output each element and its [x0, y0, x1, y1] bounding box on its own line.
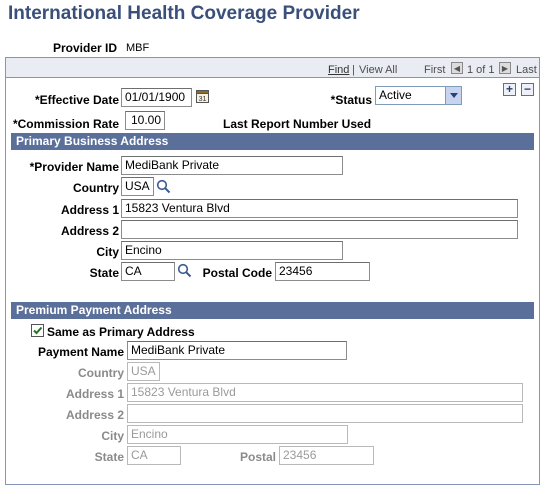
address2-input[interactable]: [121, 220, 518, 239]
last-report-label: Last Report Number Used: [223, 117, 372, 131]
address1-label: Address 1: [60, 203, 119, 217]
find-link[interactable]: Find: [328, 64, 349, 76]
payment-name-label: Payment Name: [37, 345, 124, 359]
premium-address1-input: 15823 Ventura Blvd: [127, 383, 523, 402]
page-title: International Health Coverage Provider: [8, 3, 360, 24]
premium-state-input: CA: [127, 446, 181, 465]
status-label: *Status: [330, 93, 372, 107]
first-arrow-icon[interactable]: ◀: [451, 62, 463, 74]
commission-rate-input[interactable]: 10.00: [125, 111, 165, 130]
payment-name-input[interactable]: MediBank Private: [127, 341, 347, 360]
view-all-link[interactable]: View All: [359, 64, 397, 76]
nav-separator: |: [352, 64, 355, 76]
row-counter: 1 of 1: [467, 64, 495, 76]
commission-rate-label: *Commission Rate: [12, 117, 119, 131]
calendar-icon[interactable]: 31: [196, 89, 209, 103]
premium-address2-input: [127, 404, 523, 423]
country-label: Country: [73, 181, 119, 195]
premium-postal-input: 23456: [279, 446, 374, 465]
provider-id-value: MBF: [126, 42, 150, 54]
premium-country-input: USA: [127, 362, 160, 381]
state-input[interactable]: CA: [121, 262, 175, 281]
country-input[interactable]: USA: [121, 177, 154, 196]
postal-code-input[interactable]: 23456: [275, 262, 370, 281]
same-as-primary-label: Same as Primary Address: [47, 325, 195, 339]
provider-id-label: Provider ID: [53, 41, 118, 55]
same-as-primary-checkbox[interactable]: [31, 324, 44, 337]
effective-date-input[interactable]: 01/01/1900: [121, 88, 192, 107]
last-arrow-icon[interactable]: ▶: [499, 62, 511, 74]
state-label: State: [89, 266, 119, 280]
last-link[interactable]: Last: [516, 64, 537, 76]
postal-code-label: Postal Code: [202, 266, 272, 280]
premium-address2-label: Address 2: [65, 408, 124, 422]
chevron-down-icon[interactable]: [445, 87, 461, 104]
search-icon[interactable]: [156, 179, 171, 194]
premium-city-input: Encino: [127, 425, 348, 444]
delete-row-icon[interactable]: −: [521, 83, 534, 96]
effective-date-label: *Effective Date: [34, 93, 119, 107]
premium-postal-label: Postal: [239, 450, 276, 464]
status-select-value: Active: [379, 88, 412, 102]
provider-name-input[interactable]: MediBank Private: [121, 156, 343, 175]
city-label: City: [96, 245, 119, 259]
premium-address1-label: Address 1: [65, 387, 124, 401]
first-link[interactable]: First: [424, 64, 445, 76]
address1-input[interactable]: 15823 Ventura Blvd: [121, 199, 518, 218]
city-input[interactable]: Encino: [121, 241, 343, 260]
add-row-icon[interactable]: +: [503, 83, 516, 96]
premium-state-label: State: [94, 450, 124, 464]
premium-city-label: City: [101, 429, 124, 443]
provider-name-label: *Provider Name: [29, 160, 119, 174]
premium-country-label: Country: [78, 366, 124, 380]
primary-section-header: Primary Business Address: [11, 133, 534, 150]
premium-section-header: Premium Payment Address: [11, 302, 534, 319]
search-icon[interactable]: [177, 263, 192, 278]
address2-label: Address 2: [60, 224, 119, 238]
svg-text:31: 31: [199, 96, 207, 103]
